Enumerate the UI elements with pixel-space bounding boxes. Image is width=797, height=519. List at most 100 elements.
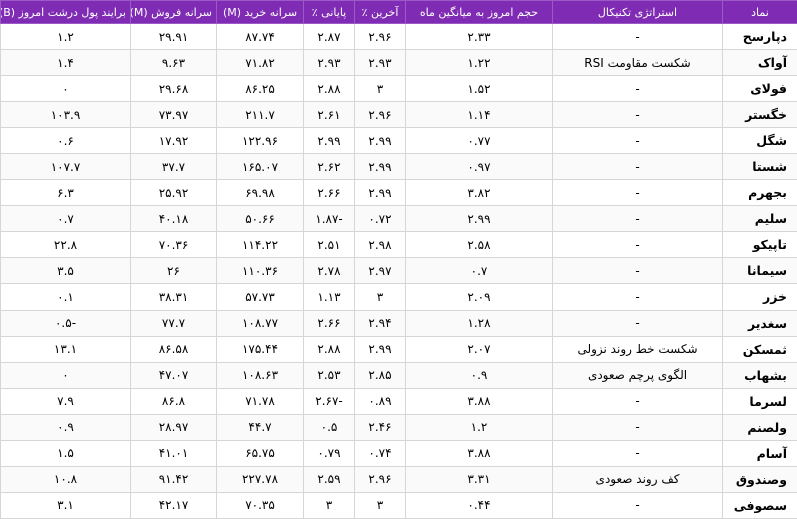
- cell-last-pct: ۲.۸۵: [354, 361, 406, 389]
- cell-volume-ratio: ۲.۰۹: [405, 283, 553, 311]
- table-row: فولای -۱.۵۲ ۳ ۲.۸۸ ۸۶.۲۵ ۲۹.۶۸ ۰: [0, 75, 797, 103]
- table-row: سغدیر -۱.۲۸ ۲.۹۴ ۲.۶۶ ۱۰۸.۷۷ ۷۷.۷ -۰.۵: [0, 309, 797, 337]
- cell-money-flow: ۳.۵: [0, 257, 131, 285]
- cell-buy-per-capita: ۶۵.۷۵: [216, 439, 304, 467]
- cell-buy-per-capita: ۱۱۴.۲۲: [216, 231, 304, 259]
- header-row: نماد استراتژی تکنیکال حجم امروز به میانگ…: [0, 0, 797, 24]
- cell-buy-per-capita: ۱۲۲.۹۶: [216, 127, 304, 155]
- table-row: سلیم -۲.۹۹ ۰.۷۲ -۱.۸۷ ۵۰.۶۶ ۴۰.۱۸ ۰.۷: [0, 205, 797, 233]
- table-row: بشهاب الگوی پرچم صعودی ۰.۹ ۲.۸۵ ۲.۵۳ ۱۰۸.۶۳ ۴۷…: [0, 361, 797, 389]
- cell-money-flow: ۱۰۷.۷: [0, 153, 131, 181]
- cell-symbol: ولصنم: [722, 413, 797, 441]
- cell-sell-per-capita: ۸۶.۵۸: [130, 335, 217, 363]
- cell-close-pct: -۲.۶۷: [303, 387, 355, 415]
- cell-last-pct: ۲.۹۴: [354, 309, 406, 337]
- cell-buy-per-capita: ۷۱.۸۲: [216, 49, 304, 77]
- cell-close-pct: ۲.۸۷: [303, 22, 355, 51]
- cell-last-pct: ۲.۹۶: [354, 22, 406, 51]
- cell-volume-ratio: ۲.۳۳: [405, 22, 553, 51]
- cell-volume-ratio: ۱.۲۲: [405, 49, 553, 77]
- cell-symbol: سصوفی: [722, 491, 797, 519]
- cell-last-pct: ۰.۷۲: [354, 205, 406, 233]
- cell-sell-per-capita: ۴۰.۱۸: [130, 205, 217, 233]
- cell-buy-per-capita: ۷۱.۷۸: [216, 387, 304, 415]
- cell-last-pct: ۲.۹۶: [354, 101, 406, 129]
- cell-strategy: -: [552, 257, 723, 285]
- cell-close-pct: ۲.۷۸: [303, 257, 355, 285]
- cell-symbol: تاپیکو: [722, 231, 797, 259]
- cell-sell-per-capita: ۴۷.۰۷: [130, 361, 217, 389]
- cell-last-pct: ۲.۹۹: [354, 335, 406, 363]
- cell-last-pct: ۲.۹۶: [354, 465, 406, 493]
- header-buy-per-capita: سرانه خرید (M): [216, 0, 304, 24]
- cell-symbol: ثمسکن: [722, 335, 797, 363]
- cell-close-pct: ۰.۵: [303, 413, 355, 441]
- cell-money-flow: ۶.۳: [0, 179, 131, 207]
- cell-buy-per-capita: ۸۷.۷۴: [216, 22, 304, 51]
- cell-sell-per-capita: ۹۱.۴۲: [130, 465, 217, 493]
- cell-volume-ratio: ۰.۴۴: [405, 491, 553, 519]
- cell-sell-per-capita: ۲۹.۶۸: [130, 75, 217, 103]
- cell-buy-per-capita: ۵۷.۷۳: [216, 283, 304, 311]
- cell-strategy: -: [552, 205, 723, 233]
- cell-buy-per-capita: ۱۶۵.۰۷: [216, 153, 304, 181]
- cell-money-flow: ۰.۹: [0, 413, 131, 441]
- table-row: خزر -۲.۰۹ ۳ ۱.۱۳ ۵۷.۷۳ ۳۸.۳۱ ۰.۱: [0, 283, 797, 311]
- cell-money-flow: ۱.۵: [0, 439, 131, 467]
- cell-sell-per-capita: ۷۳.۹۷: [130, 101, 217, 129]
- table-row: بجهرم -۳.۸۲ ۲.۹۹ ۲.۶۶ ۶۹.۹۸ ۲۵.۹۲ ۶.۳: [0, 179, 797, 207]
- cell-strategy: -: [552, 413, 723, 441]
- cell-close-pct: ۲.۶۲: [303, 153, 355, 181]
- cell-volume-ratio: ۳.۸۸: [405, 439, 553, 467]
- cell-buy-per-capita: ۱۷۵.۴۴: [216, 335, 304, 363]
- cell-volume-ratio: ۳.۳۱: [405, 465, 553, 493]
- cell-symbol: بشهاب: [722, 361, 797, 389]
- cell-buy-per-capita: ۴۴.۷: [216, 413, 304, 441]
- header-last-pct: آخرین ٪: [354, 0, 406, 24]
- cell-buy-per-capita: ۲۱۱.۷: [216, 101, 304, 129]
- table-row: وصندوق کف روند صعودی ۳.۳۱ ۲.۹۶ ۲.۵۹ ۲۲۷.۷۸ ۹۱.…: [0, 465, 797, 493]
- cell-money-flow: ۱.۴: [0, 49, 131, 77]
- table-row: سصوفی -۰.۴۴ ۳ ۳ ۷۰.۳۵ ۴۲.۱۷ ۳.۱: [0, 491, 797, 519]
- table-row: ثمسکن شکست خط روند نزولی ۲.۰۷ ۲.۹۹ ۲.۸۸ ۱۷۵.۴…: [0, 335, 797, 363]
- header-symbol: نماد: [722, 0, 797, 24]
- cell-money-flow: -۰.۵: [0, 309, 131, 337]
- cell-last-pct: ۰.۸۹: [354, 387, 406, 415]
- cell-close-pct: ۲.۸۸: [303, 335, 355, 363]
- cell-volume-ratio: ۳.۸۸: [405, 387, 553, 415]
- header-close-pct: پایانی ٪: [303, 0, 355, 24]
- table-row: آواک شکست مقاومت RSI ۱.۲۲ ۲.۹۳ ۲.۹۳ ۷۱.۸۲ ۹.۶۳…: [0, 49, 797, 77]
- cell-close-pct: ۲.۹۳: [303, 49, 355, 77]
- cell-volume-ratio: ۲.۹۹: [405, 205, 553, 233]
- cell-sell-per-capita: ۴۲.۱۷: [130, 491, 217, 519]
- cell-strategy: -: [552, 309, 723, 337]
- table-row: سیمانا -۰.۷ ۲.۹۷ ۲.۷۸ ۱۱۰.۳۶ ۲۶ ۳.۵: [0, 257, 797, 285]
- cell-close-pct: ۲.۶۱: [303, 101, 355, 129]
- cell-strategy: کف روند صعودی: [552, 465, 723, 493]
- cell-last-pct: ۳: [354, 75, 406, 103]
- table-row: تاپیکو -۲.۵۸ ۲.۹۸ ۲.۵۱ ۱۱۴.۲۲ ۷۰.۳۶ ۲۲.۸: [0, 231, 797, 259]
- cell-sell-per-capita: ۳۷.۷: [130, 153, 217, 181]
- cell-symbol: بجهرم: [722, 179, 797, 207]
- cell-strategy: -: [552, 387, 723, 415]
- cell-sell-per-capita: ۴۱.۰۱: [130, 439, 217, 467]
- cell-strategy: الگوی پرچم صعودی: [552, 361, 723, 389]
- cell-symbol: شگل: [722, 127, 797, 155]
- cell-symbol: فولای: [722, 75, 797, 103]
- cell-symbol: خگستر: [722, 101, 797, 129]
- cell-sell-per-capita: ۳۸.۳۱: [130, 283, 217, 311]
- header-sell-per-capita: سرانه فروش (M): [130, 0, 217, 24]
- cell-buy-per-capita: ۶۹.۹۸: [216, 179, 304, 207]
- cell-close-pct: ۲.۶۶: [303, 309, 355, 337]
- cell-sell-per-capita: ۲۶: [130, 257, 217, 285]
- cell-last-pct: ۲.۹۸: [354, 231, 406, 259]
- cell-sell-per-capita: ۷۷.۷: [130, 309, 217, 337]
- cell-volume-ratio: ۰.۹: [405, 361, 553, 389]
- cell-last-pct: ۲.۴۶: [354, 413, 406, 441]
- cell-buy-per-capita: ۲۲۷.۷۸: [216, 465, 304, 493]
- table-row: شستا -۰.۹۷ ۲.۹۹ ۲.۶۲ ۱۶۵.۰۷ ۳۷.۷ ۱۰۷.۷: [0, 153, 797, 181]
- cell-volume-ratio: ۰.۷۷: [405, 127, 553, 155]
- cell-last-pct: ۲.۹۹: [354, 127, 406, 155]
- cell-volume-ratio: ۰.۹۷: [405, 153, 553, 181]
- cell-close-pct: ۰.۷۹: [303, 439, 355, 467]
